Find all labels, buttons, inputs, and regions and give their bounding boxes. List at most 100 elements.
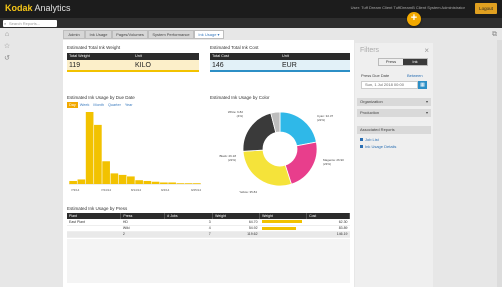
tab-system-performance[interactable]: System Performance <box>148 30 194 39</box>
weight-bar <box>261 226 296 230</box>
range-quarter[interactable]: Quarter <box>106 102 123 108</box>
x-tick-label: 7/24/14 <box>101 188 111 192</box>
weight-unit: KILO <box>135 62 151 69</box>
x-tick-label: 9/25/14 <box>191 188 201 192</box>
search-placeholder: Search Reports... <box>9 20 41 26</box>
production-section[interactable]: Production ▾ <box>357 109 431 117</box>
weight-kpi: Total Weight Unit 119 KILO <box>67 53 199 72</box>
slice-magenta[interactable] <box>284 141 318 185</box>
production-label: Production <box>360 110 380 115</box>
cell-empty <box>67 231 121 238</box>
product-name: Analytics <box>32 3 71 13</box>
press-table: Plant Press # Jobs Weight Weight Cost Ea… <box>67 213 350 238</box>
brand-name: Kodak <box>5 3 33 13</box>
logout-button[interactable]: Logout <box>475 3 497 14</box>
bar-8/7/14[interactable] <box>127 176 135 184</box>
search-icon: ⌕ <box>4 20 7 26</box>
weight-title: Estimated Total Ink Weight <box>67 45 121 50</box>
cost-title: Estimated Total Ink Cost <box>210 45 259 50</box>
bar-7/23/14[interactable] <box>102 161 110 184</box>
range-week[interactable]: Week <box>78 102 92 108</box>
bar-8/17/14[interactable] <box>143 180 152 184</box>
cost-unit: EUR <box>282 62 297 69</box>
bar-7/8/14[interactable] <box>77 179 86 184</box>
total-jobs: 7 <box>164 231 213 238</box>
bar-8/12/14[interactable] <box>135 180 143 184</box>
tab-pages-volumes[interactable]: Pages/Volumes <box>112 30 148 39</box>
add-button[interactable]: + <box>407 12 421 26</box>
bar-8/27/14[interactable] <box>160 182 168 184</box>
weight-head-total: Total Weight <box>69 54 90 58</box>
range-month[interactable]: Month <box>91 102 106 108</box>
home-icon[interactable]: ⌂ <box>3 31 11 39</box>
user-info: User: Tuff Dream Client TuffDreamB Clien… <box>350 5 465 10</box>
report-icon <box>360 145 363 149</box>
bar-9/6/14[interactable] <box>176 183 185 184</box>
usage-by-date-title: Estimated Ink Usage by Due Date <box>67 95 135 100</box>
associated-reports-section: Associated Reports <box>357 126 431 134</box>
toggle-press[interactable]: Press <box>379 59 403 65</box>
table-total-row: 2 7 119.62 146.19 <box>67 231 350 238</box>
associated-reports-label: Associated Reports <box>360 127 395 132</box>
chevron-down-icon: ▾ <box>425 110 428 115</box>
bar-8/22/14[interactable] <box>151 181 160 184</box>
slice-yellow[interactable] <box>242 149 292 187</box>
organization-section[interactable]: Organization ▾ <box>357 98 431 106</box>
slice-cyan[interactable] <box>279 111 317 147</box>
toggle-ink[interactable]: Ink <box>403 59 427 65</box>
export-icon[interactable]: ⧉ <box>492 31 497 39</box>
bar-7/13/14[interactable] <box>85 112 94 184</box>
bar-7/28/14[interactable] <box>110 173 119 184</box>
slice-percent: (22%) <box>317 118 325 122</box>
x-tick-label: 8/14/14 <box>131 188 141 192</box>
search-input[interactable]: ⌕ Search Reports... <box>3 19 57 27</box>
cost-value: 146 <box>212 62 224 69</box>
bar-8/2/14[interactable] <box>118 174 127 184</box>
between-link[interactable]: Between <box>407 73 423 78</box>
cost-kpi: Total Cost Unit 146 EUR <box>210 53 350 72</box>
table-empty-area <box>67 239 350 283</box>
slice-percent: (22%) <box>228 158 236 162</box>
chevron-down-icon: ▾ <box>425 99 428 104</box>
usage-by-color-title: Estimated Ink Usage by Color <box>210 95 270 100</box>
weight-bar <box>261 220 302 224</box>
slice-percent: (4%) <box>237 114 243 118</box>
search-bar: ⌕ Search Reports... <box>0 18 502 28</box>
slice-black[interactable] <box>242 112 277 152</box>
report-label: Job List <box>365 137 379 142</box>
history-icon[interactable]: ↺ <box>3 55 11 63</box>
date-field[interactable]: Sun, 1 Jul 2018 00:00 <box>361 81 418 89</box>
x-tick-label: 9/4/14 <box>161 188 170 192</box>
filters-panel: Filters × Press Ink Press Due Date Betwe… <box>355 43 433 287</box>
filters-title: Filters <box>360 47 380 54</box>
range-selector: Day Week Month Quarter Year <box>67 102 135 108</box>
tab-ink-usage[interactable]: Ink Usage <box>85 30 112 39</box>
filters-toggle: Press Ink <box>378 58 428 66</box>
report-link-job-list[interactable]: Job List <box>360 137 379 142</box>
press-table-title: Estimated Ink Usage by Press <box>67 206 128 211</box>
report-link-ink-usage-details[interactable]: Ink Usage Details <box>360 144 396 149</box>
close-icon[interactable]: × <box>424 46 429 55</box>
report-icon <box>360 138 363 142</box>
bar-7/3/14[interactable] <box>69 180 77 184</box>
range-year[interactable]: Year <box>123 102 135 108</box>
bar-9/1/14[interactable] <box>168 182 176 184</box>
tab-ink-usage-active[interactable]: Ink Usage ▾ <box>194 30 224 39</box>
bar-9/11/14[interactable] <box>184 183 193 184</box>
cost-head-unit: Unit <box>282 54 289 58</box>
weight-value: 119 <box>69 62 81 69</box>
calendar-icon[interactable]: ▦ <box>418 81 427 89</box>
bar-7/18/14[interactable] <box>94 124 102 184</box>
bar-9/16/14[interactable] <box>193 183 201 184</box>
cell-empty <box>259 231 307 238</box>
weight-head-unit: Unit <box>135 54 142 58</box>
x-tick-label: 7/3/14 <box>71 188 80 192</box>
star-icon[interactable]: ☆ <box>3 43 11 51</box>
report-label: Ink Usage Details <box>365 144 397 149</box>
due-date-label: Press Due Date <box>361 73 390 78</box>
range-day[interactable]: Day <box>67 102 78 108</box>
main-panel: Estimated Total Ink Weight Total Weight U… <box>63 40 354 287</box>
organization-label: Organization <box>360 99 383 104</box>
scrollbar[interactable] <box>497 40 502 287</box>
tab-admin[interactable]: Admin <box>63 30 85 39</box>
